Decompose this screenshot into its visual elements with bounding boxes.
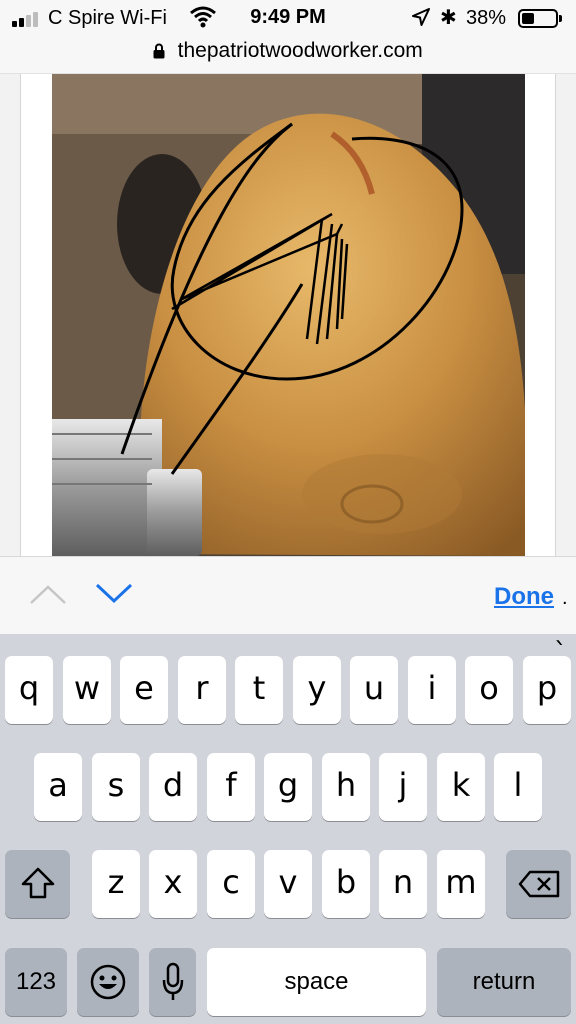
key-m[interactable]: m (437, 850, 485, 918)
find-toolbar: Done . (0, 556, 576, 634)
key-x[interactable]: x (149, 850, 197, 918)
microphone-icon (161, 962, 185, 1006)
key-b[interactable]: b (322, 850, 370, 918)
wood-turning-photo[interactable] (52, 74, 525, 556)
key-c[interactable]: c (207, 850, 255, 918)
space-key[interactable]: space (207, 948, 426, 1016)
emoji-key[interactable] (77, 948, 139, 1016)
chevron-up-icon[interactable] (28, 581, 68, 609)
key-n[interactable]: n (379, 850, 427, 918)
key-v[interactable]: v (264, 850, 312, 918)
keyboard: q w e r t y u i o p ` a s d f g h j k l … (0, 634, 576, 1024)
location-arrow-icon (412, 8, 430, 31)
key-p: p (536, 669, 558, 707)
shift-icon (20, 866, 56, 904)
key-f[interactable]: f (207, 753, 255, 821)
key-a[interactable]: a (34, 753, 82, 821)
lock-icon (153, 43, 165, 59)
key-q[interactable]: q (5, 656, 53, 724)
key-s[interactable]: s (92, 753, 140, 821)
key-i[interactable]: i (408, 656, 456, 724)
microphone-key[interactable] (149, 948, 196, 1016)
key-p-accent: ` (554, 638, 567, 668)
key-d[interactable]: d (149, 753, 197, 821)
emoji-icon (89, 963, 127, 1005)
key-p-wrapper[interactable]: p ` (523, 640, 571, 724)
key-k[interactable]: k (437, 753, 485, 821)
battery-icon (518, 9, 562, 28)
key-o[interactable]: o (465, 656, 513, 724)
address-bar[interactable]: thepatriotwoodworker.com (0, 36, 576, 74)
status-bar: C Spire Wi-Fi 9:49 PM ✱ 38% (0, 0, 576, 36)
key-y[interactable]: y (293, 656, 341, 724)
key-r[interactable]: r (178, 656, 226, 724)
chevron-down-icon[interactable] (94, 579, 134, 607)
key-w[interactable]: w (63, 656, 111, 724)
key-t[interactable]: t (235, 656, 283, 724)
delete-icon (518, 870, 560, 902)
delete-key[interactable] (506, 850, 571, 918)
battery-percent: 38% (466, 7, 507, 29)
numbers-key[interactable]: 123 (5, 948, 67, 1016)
key-j[interactable]: j (379, 753, 427, 821)
key-l[interactable]: l (494, 753, 542, 821)
key-g[interactable]: g (264, 753, 312, 821)
key-h[interactable]: h (322, 753, 370, 821)
trailing-dot: . (562, 587, 568, 609)
key-e[interactable]: e (120, 656, 168, 724)
shift-key[interactable] (5, 850, 70, 918)
key-z[interactable]: z (92, 850, 140, 918)
return-key[interactable]: return (437, 948, 571, 1016)
key-u[interactable]: u (350, 656, 398, 724)
url-text: thepatriotwoodworker.com (177, 39, 423, 62)
done-button[interactable]: Done (494, 583, 554, 611)
bluetooth-icon: ✱ (440, 7, 457, 29)
